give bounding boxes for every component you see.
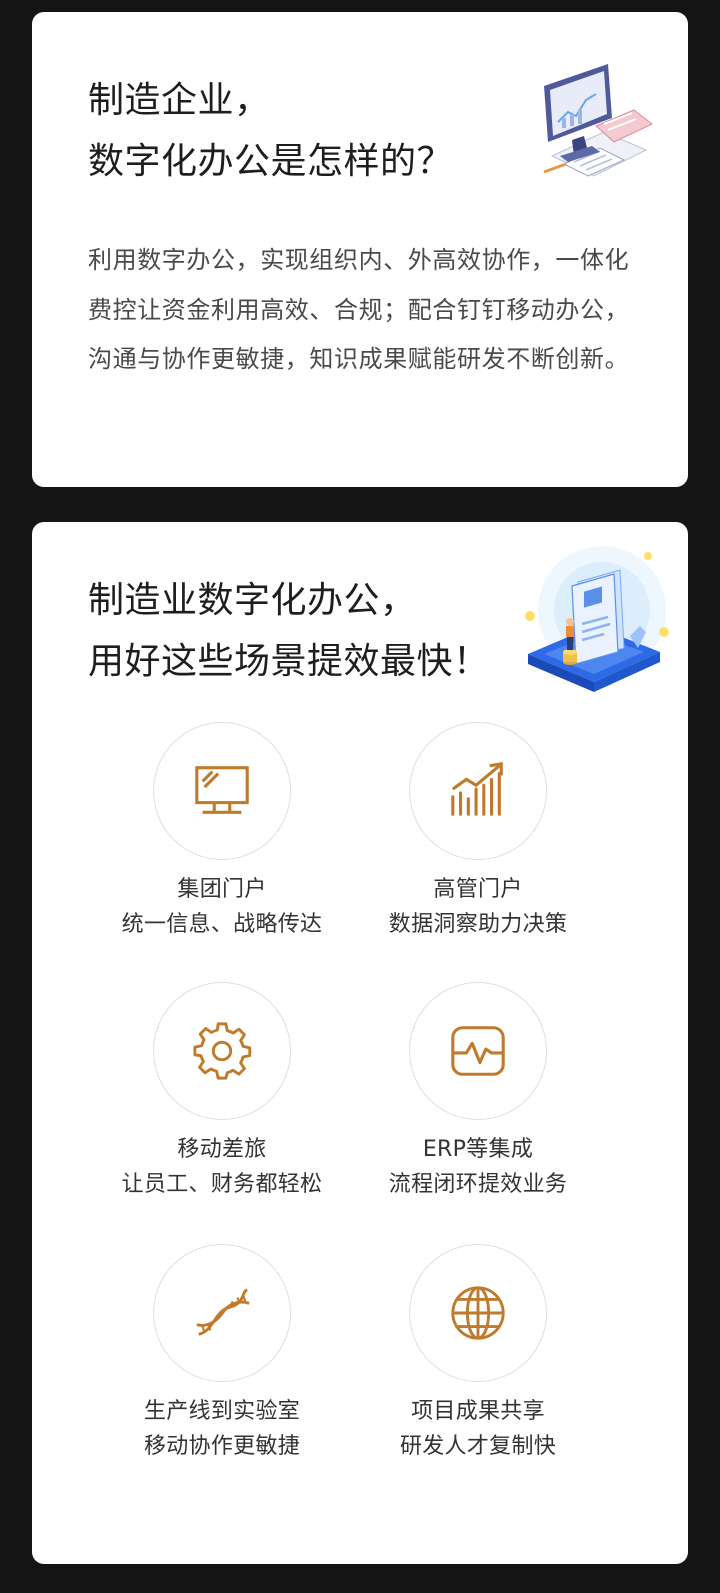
feature-icon-circle [153, 982, 291, 1120]
gear-icon [193, 1022, 252, 1080]
growth-chart-icon [451, 762, 503, 816]
scenarios-card: 制造业数字化办公， 用好这些场景提效最快！ 集团门户 统一信息、战略传达 高管门… [32, 522, 688, 1564]
scenarios-title-line2: 用好这些场景提效最快！ [88, 641, 490, 682]
feature-subtitle: 数据洞察助力决策 [388, 912, 568, 937]
feature-title: 项目成果共享 [411, 1399, 545, 1424]
feature-erp-integration[interactable]: ERP等集成 流程闭环提效业务 [328, 982, 628, 1202]
monitor-icon [195, 766, 249, 814]
feature-subtitle: 流程闭环提效业务 [388, 1172, 568, 1197]
feature-production-to-lab[interactable]: 生产线到实验室 移动协作更敏捷 [72, 1244, 372, 1464]
feature-icon-circle [153, 1244, 291, 1382]
globe-icon [451, 1286, 505, 1340]
intro-description: 利用数字办公，实现组织内、外高效协作，一体化费控让资金利用高效、合规；配合钉钉移… [88, 246, 630, 373]
feature-executive-portal[interactable]: 高管门户 数据洞察助力决策 [328, 722, 628, 942]
feature-subtitle: 研发人才复制快 [399, 1434, 557, 1459]
feature-title: 集团门户 [177, 877, 267, 902]
feature-project-sharing[interactable]: 项目成果共享 研发人才复制快 [328, 1244, 628, 1464]
feature-icon-circle [153, 722, 291, 860]
office-monitor-illustration [504, 52, 654, 192]
feature-title: 高管门户 [433, 877, 523, 902]
feature-group-portal[interactable]: 集团门户 统一信息、战略传达 [72, 722, 372, 942]
feature-icon-circle [409, 722, 547, 860]
pulse-monitor-icon [451, 1026, 505, 1076]
intro-title-line2: 数字化办公是怎样的？ [88, 141, 454, 182]
feature-subtitle: 统一信息、战略传达 [121, 912, 323, 937]
feature-icon-circle [409, 982, 547, 1120]
dna-icon [196, 1288, 250, 1336]
feature-title: 移动差旅 [177, 1137, 267, 1162]
scenarios-title: 制造业数字化办公， 用好这些场景提效最快！ [88, 570, 490, 692]
feature-icon-circle [409, 1244, 547, 1382]
person-platform-illustration [520, 540, 670, 700]
scenarios-title-line1: 制造业数字化办公， [88, 580, 417, 621]
feature-title: 生产线到实验室 [143, 1399, 301, 1424]
feature-title: ERP等集成 [422, 1137, 534, 1162]
intro-title-line1: 制造企业， [88, 80, 271, 121]
feature-subtitle: 让员工、财务都轻松 [121, 1172, 323, 1197]
feature-mobile-travel[interactable]: 移动差旅 让员工、财务都轻松 [72, 982, 372, 1202]
intro-card: 制造企业， 数字化办公是怎样的？ 利用数字办公，实现组织内、外高效协作，一体化费… [32, 12, 688, 487]
feature-subtitle: 移动协作更敏捷 [143, 1434, 301, 1459]
intro-title: 制造企业， 数字化办公是怎样的？ [88, 70, 453, 192]
